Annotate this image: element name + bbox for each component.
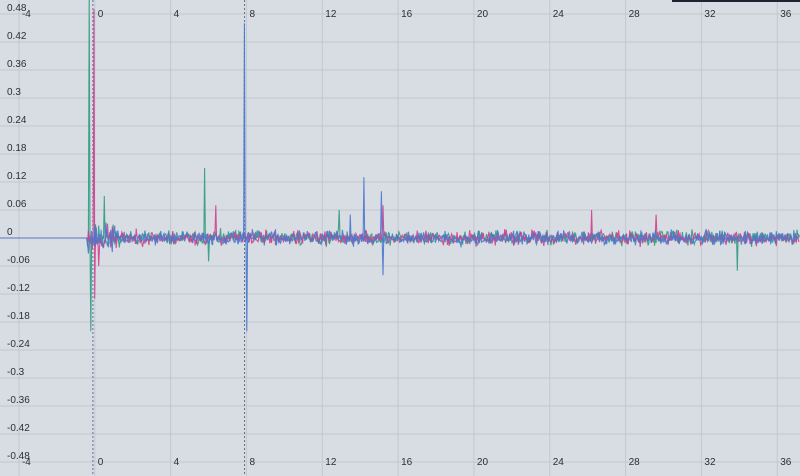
x-tick-label-bottom: 16	[401, 457, 413, 468]
top-right-bar	[672, 0, 800, 2]
x-tick-label-top: 28	[629, 9, 641, 20]
x-tick-label-top: 12	[325, 9, 337, 20]
x-tick-label-top: 8	[249, 9, 255, 20]
y-tick-label: 0.36	[7, 59, 27, 70]
x-tick-label-top: 16	[401, 9, 413, 20]
y-tick-label: 0.12	[7, 171, 27, 182]
x-tick-label-bottom: 20	[477, 457, 489, 468]
x-tick-label-top: 32	[704, 9, 716, 20]
x-tick-label-bottom: 24	[553, 457, 565, 468]
y-tick-label: 0.06	[7, 199, 27, 210]
waveform-chart: -4-400448812121616202024242828323236360.…	[0, 0, 800, 476]
x-tick-label-bottom: 4	[174, 457, 180, 468]
x-tick-label-bottom: 8	[249, 457, 255, 468]
y-tick-label: -0.12	[7, 283, 30, 294]
y-tick-label: -0.06	[7, 255, 30, 266]
y-tick-label: -0.3	[7, 367, 25, 378]
y-tick-label: 0	[7, 227, 13, 238]
x-tick-label-top: 36	[780, 9, 792, 20]
x-tick-label-top: 24	[553, 9, 565, 20]
y-tick-label: 0.48	[7, 3, 27, 14]
x-tick-label-bottom: 12	[325, 457, 337, 468]
x-tick-label-top: 4	[174, 9, 180, 20]
y-tick-label: 0.18	[7, 143, 27, 154]
y-tick-label: 0.3	[7, 87, 21, 98]
y-tick-label: 0.42	[7, 31, 27, 42]
y-tick-label: -0.36	[7, 395, 30, 406]
y-tick-label: -0.48	[7, 451, 30, 462]
y-tick-label: -0.18	[7, 311, 30, 322]
x-tick-label-bottom: 32	[704, 457, 716, 468]
y-tick-label: -0.42	[7, 423, 30, 434]
x-tick-label-bottom: 28	[629, 457, 641, 468]
x-tick-label-bottom: 36	[780, 457, 792, 468]
x-tick-label-bottom: 0	[98, 457, 104, 468]
x-tick-label-top: 20	[477, 9, 489, 20]
y-tick-label: -0.24	[7, 339, 30, 350]
x-tick-label-top: 0	[98, 9, 104, 20]
y-tick-label: 0.24	[7, 115, 27, 126]
